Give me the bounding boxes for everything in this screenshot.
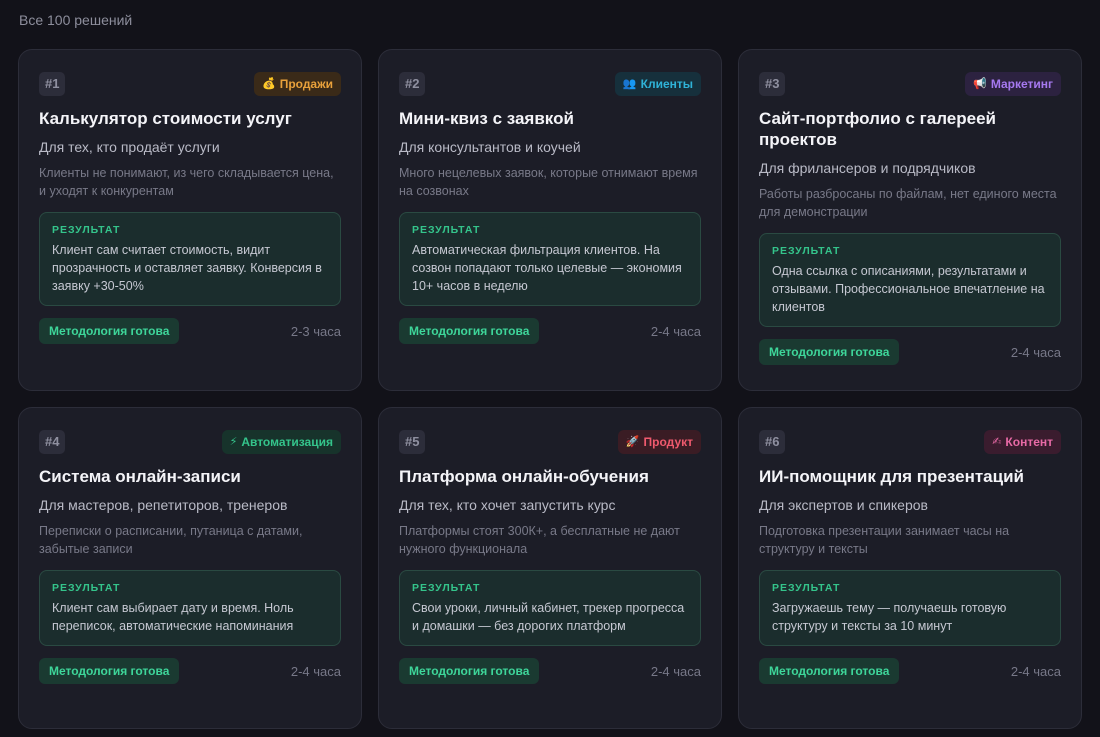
status-badge: Методология готова	[39, 318, 180, 344]
rocket-icon: 🚀	[625, 436, 640, 448]
card-title: ИИ-помощник для презентаций	[759, 467, 1024, 486]
result-box: РЕЗУЛЬТАТ Автоматическая фильтрация клие…	[399, 212, 701, 306]
lightning-icon: ⚡	[229, 436, 238, 448]
card-footer: Методология готова 2-4 часа	[399, 658, 701, 684]
card-number: #4	[39, 430, 66, 454]
solution-card[interactable]: #1 💰 Продажи Калькулятор стоимости услуг…	[18, 49, 362, 391]
card-audience: Для мастеров, репетиторов, тренеров	[39, 497, 288, 513]
result-label: РЕЗУЛЬТАТ	[412, 224, 481, 236]
category-badge: 📢 Маркетинг	[965, 72, 1061, 96]
card-number: #5	[399, 430, 426, 454]
card-footer: Методология готова 2-4 часа	[39, 658, 341, 684]
card-title: Сайт-портфолио с галереей проектов	[759, 109, 996, 149]
card-title: Мини-квиз с заявкой	[399, 109, 574, 128]
card-problem: Клиенты не понимают, из чего складываетс…	[39, 166, 334, 198]
duration-text: 2-4 часа	[290, 663, 341, 679]
people-icon: 👥	[622, 78, 637, 90]
card-header: #3 📢 Маркетинг	[759, 72, 1061, 96]
category-label: Автоматизация	[241, 435, 333, 449]
result-label: РЕЗУЛЬТАТ	[52, 224, 121, 236]
card-audience: Для тех, кто хочет запустить курс	[399, 497, 616, 513]
category-badge: 💰 Продажи	[253, 72, 341, 96]
category-label: Продукт	[643, 435, 693, 449]
category-badge: 👥 Клиенты	[614, 72, 701, 96]
money-bag-icon: 💰	[261, 78, 276, 90]
card-footer: Методология готова 2-4 часа	[759, 658, 1061, 684]
category-label: Контент	[1005, 435, 1053, 449]
card-audience: Для тех, кто продаёт услуги	[39, 139, 220, 155]
card-problem: Платформы стоят 300К+, а бесплатные не д…	[399, 524, 680, 556]
result-text: Загружаешь тему — получаешь готовую стру…	[772, 601, 1007, 633]
status-badge: Методология готова	[399, 658, 540, 684]
result-label: РЕЗУЛЬТАТ	[412, 582, 481, 594]
result-box: РЕЗУЛЬТАТ Одна ссылка с описаниями, резу…	[759, 233, 1061, 327]
card-problem: Переписки о расписании, путаница с датам…	[39, 524, 303, 556]
duration-text: 2-3 часа	[290, 323, 341, 339]
card-number: #2	[399, 72, 426, 96]
status-badge: Методология готова	[399, 318, 540, 344]
duration-text: 2-4 часа	[1010, 344, 1061, 360]
duration-text: 2-4 часа	[1010, 663, 1061, 679]
card-footer: Методология готова 2-4 часа	[759, 339, 1061, 365]
status-badge: Методология готова	[759, 339, 900, 365]
category-label: Клиенты	[640, 77, 693, 91]
section-heading: Все 100 решений	[19, 12, 133, 28]
result-box: РЕЗУЛЬТАТ Загружаешь тему — получаешь го…	[759, 570, 1061, 646]
card-header: #4 ⚡ Автоматизация	[39, 430, 341, 454]
card-header: #2 👥 Клиенты	[399, 72, 701, 96]
card-footer: Методология готова 2-3 часа	[39, 318, 341, 344]
status-badge: Методология готова	[759, 658, 900, 684]
duration-text: 2-4 часа	[650, 663, 701, 679]
card-title: Калькулятор стоимости услуг	[39, 109, 292, 128]
card-audience: Для фрилансеров и подрядчиков	[759, 160, 976, 176]
solution-card[interactable]: #4 ⚡ Автоматизация Система онлайн-записи…	[18, 407, 362, 729]
result-text: Клиент сам считает стоимость, видит проз…	[52, 243, 322, 293]
duration-text: 2-4 часа	[650, 323, 701, 339]
card-number: #3	[759, 72, 786, 96]
result-label: РЕЗУЛЬТАТ	[52, 582, 121, 594]
card-title: Система онлайн-записи	[39, 467, 241, 486]
result-text: Автоматическая фильтрация клиентов. На с…	[412, 243, 682, 293]
category-label: Продажи	[279, 77, 333, 91]
category-badge: ⚡ Автоматизация	[221, 430, 341, 454]
card-header: #6 ✍ Контент	[759, 430, 1061, 454]
card-footer: Методология готова 2-4 часа	[399, 318, 701, 344]
card-number: #6	[759, 430, 786, 454]
category-badge: 🚀 Продукт	[617, 430, 701, 454]
card-number: #1	[39, 72, 66, 96]
result-text: Клиент сам выбирает дату и время. Ноль п…	[52, 601, 294, 633]
solution-card[interactable]: #5 🚀 Продукт Платформа онлайн-обучения Д…	[378, 407, 722, 729]
solution-card[interactable]: #2 👥 Клиенты Мини-квиз с заявкой Для кон…	[378, 49, 722, 391]
solution-card[interactable]: #3 📢 Маркетинг Сайт-портфолио с галереей…	[738, 49, 1082, 391]
result-label: РЕЗУЛЬТАТ	[772, 245, 841, 257]
card-problem: Работы разбросаны по файлам, нет единого…	[759, 187, 1057, 219]
writing-hand-icon: ✍	[992, 436, 1002, 448]
card-header: #5 🚀 Продукт	[399, 430, 701, 454]
status-badge: Методология готова	[39, 658, 180, 684]
result-box: РЕЗУЛЬТАТ Клиент сам выбирает дату и вре…	[39, 570, 341, 646]
card-title: Платформа онлайн-обучения	[399, 467, 649, 486]
result-box: РЕЗУЛЬТАТ Свои уроки, личный кабинет, тр…	[399, 570, 701, 646]
result-box: РЕЗУЛЬТАТ Клиент сам считает стоимость, …	[39, 212, 341, 306]
result-text: Свои уроки, личный кабинет, трекер прогр…	[412, 601, 685, 633]
card-problem: Много нецелевых заявок, которые отнимают…	[399, 166, 698, 198]
solution-card[interactable]: #6 ✍ Контент ИИ-помощник для презентаций…	[738, 407, 1082, 729]
card-problem: Подготовка презентации занимает часы на …	[759, 524, 1010, 556]
category-badge: ✍ Контент	[984, 430, 1061, 454]
card-audience: Для консультантов и коучей	[399, 139, 581, 155]
result-text: Одна ссылка с описаниями, результатами и…	[772, 264, 1045, 314]
result-label: РЕЗУЛЬТАТ	[772, 582, 841, 594]
card-audience: Для экспертов и спикеров	[759, 497, 928, 513]
megaphone-icon: 📢	[973, 78, 987, 90]
category-label: Маркетинг	[990, 77, 1053, 91]
card-header: #1 💰 Продажи	[39, 72, 341, 96]
